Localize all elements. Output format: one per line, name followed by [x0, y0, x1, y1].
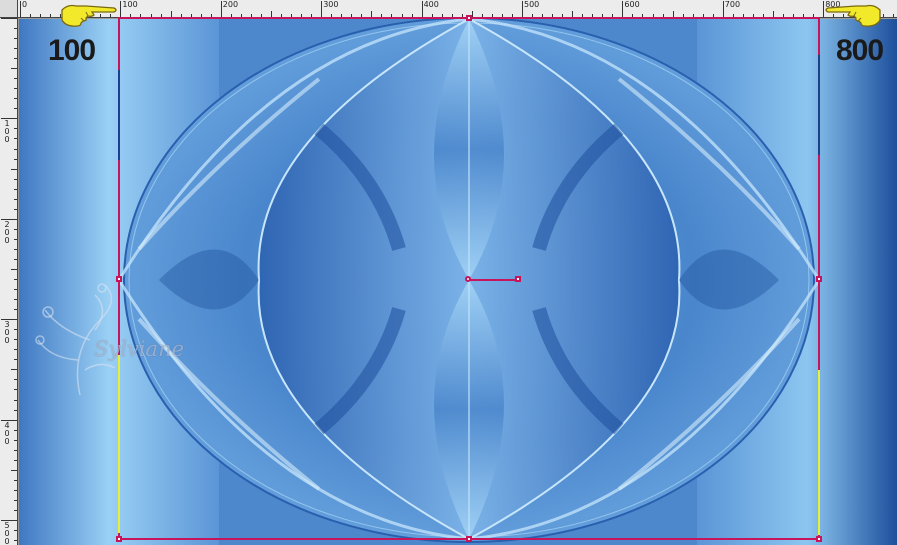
ruler-tick: [14, 439, 17, 441]
ruler-tick: [14, 258, 17, 260]
ruler-label: 600: [624, 0, 640, 9]
guide-right-dark: [818, 55, 820, 155]
ruler-tick: [14, 349, 17, 351]
ruler-tick: [11, 269, 17, 270]
ruler-label: 3 0 0: [4, 320, 10, 346]
ruler-tick: [14, 499, 17, 501]
ruler-tick: [14, 279, 17, 281]
ruler-label: 5 0 0: [4, 521, 10, 545]
ruler-tick: [50, 14, 52, 17]
left-marker-value: 100: [48, 34, 96, 67]
ruler-tick: [14, 309, 17, 311]
ruler-tick: [11, 469, 17, 471]
handle-bottom-right[interactable]: [816, 536, 822, 542]
horizontal-ruler[interactable]: 0 100 200 300 400 500 600 700 800: [0, 0, 897, 18]
ruler-label: 0: [22, 0, 28, 9]
ruler-label: 100: [122, 0, 138, 9]
ruler-tick: [14, 409, 17, 411]
ruler-tick: [14, 509, 17, 511]
ruler-tick: [14, 98, 17, 100]
pointing-hand-icon: [61, 4, 117, 27]
handle-bottom-left[interactable]: [116, 536, 122, 542]
ruler-tick: [14, 429, 17, 431]
guide-left-dark: [118, 70, 120, 160]
ruler-tick: [14, 540, 17, 542]
vertical-ruler[interactable]: 1 0 0 2 0 0 3 0 0 4 0 0 5 0 0: [0, 18, 18, 545]
rotation-handle-arm[interactable]: [468, 279, 518, 281]
ruler-tick: [14, 48, 17, 50]
ruler-tick: [40, 14, 42, 17]
ruler-tick: [14, 489, 17, 491]
ruler-tick: [14, 379, 17, 381]
ruler-tick: [14, 178, 17, 180]
ruler-tick: [14, 128, 17, 130]
ruler-tick: [11, 68, 17, 70]
ruler-label: 500: [524, 0, 540, 9]
ruler-tick: [14, 88, 17, 90]
ruler-tick: [1, 18, 17, 19]
ruler-tick: [14, 78, 17, 80]
pivot-point[interactable]: [465, 276, 471, 282]
ruler-tick: [30, 14, 32, 17]
ruler-tick: [893, 14, 895, 17]
ruler-tick: [14, 38, 17, 40]
handle-right-middle[interactable]: [816, 276, 822, 282]
ruler-tick: [14, 339, 17, 341]
ruler-label: 300: [323, 0, 339, 9]
ruler-tick: [14, 359, 17, 361]
ruler-tick: [14, 228, 17, 230]
ruler-tick: [14, 530, 17, 532]
rotation-handle[interactable]: [515, 276, 521, 282]
ruler-tick: [14, 188, 17, 190]
ruler-tick: [14, 248, 17, 250]
ruler-tick: [14, 479, 17, 481]
ruler-tick: [14, 238, 17, 240]
ruler-tick: [120, 1, 122, 17]
ruler-label: 4 0 0: [4, 420, 10, 446]
ruler-tick: [14, 289, 17, 291]
handle-top-middle[interactable]: [466, 15, 472, 21]
handle-bottom-middle[interactable]: [466, 536, 472, 542]
ruler-tick: [14, 449, 17, 451]
ruler-tick: [14, 28, 17, 30]
ruler-tick: [14, 389, 17, 391]
ruler-tick: [14, 158, 17, 160]
ruler-tick: [14, 138, 17, 140]
ruler-tick: [321, 1, 323, 17]
ruler-tick: [421, 1, 423, 17]
ruler-tick: [14, 329, 17, 331]
ruler-tick: [20, 1, 21, 17]
ruler-tick: [11, 168, 17, 170]
ruler-corner: [0, 0, 18, 18]
ruler-label: 200: [222, 0, 239, 9]
ruler-tick: [220, 1, 222, 17]
ruler-label: 700: [724, 0, 741, 9]
ruler-tick: [14, 459, 17, 461]
guide-right-yellow: [818, 370, 820, 535]
ruler-tick: [11, 369, 17, 371]
ruler-tick: [522, 1, 523, 17]
ruler-label: 400: [423, 0, 439, 9]
right-marker-value: 800: [836, 34, 884, 67]
ruler-tick: [14, 299, 17, 301]
ruler-tick: [622, 1, 624, 17]
ruler-label: 1 0 0: [4, 119, 10, 145]
ruler-tick: [14, 198, 17, 200]
pointing-hand-icon: [825, 4, 881, 27]
ruler-tick: [14, 108, 17, 110]
watermark-text: Sylviane: [94, 337, 185, 361]
ruler-tick: [722, 1, 724, 17]
ruler-tick: [14, 399, 17, 401]
watermark: Sylviane: [30, 280, 190, 400]
psp-workspace: 0 100 200 300 400 500 600 700 800 1 0 0 2 0 0 3 0 …: [0, 0, 897, 545]
ruler-tick: [14, 208, 17, 210]
ruler-tick: [14, 148, 17, 150]
ruler-tick: [14, 58, 17, 60]
ruler-label: 2 0 0: [4, 219, 10, 245]
